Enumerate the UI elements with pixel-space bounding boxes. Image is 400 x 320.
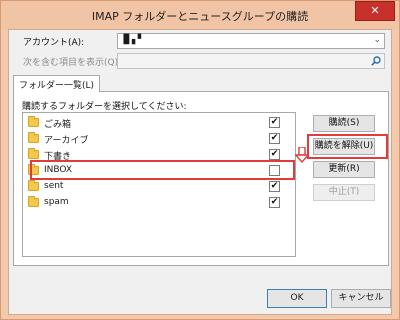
folder-icon — [28, 148, 39, 159]
close-button[interactable]: ✕ — [355, 1, 395, 21]
folder-name: ごみ箱 — [44, 120, 72, 130]
search-icon[interactable] — [370, 55, 382, 67]
folder-name: sent — [44, 181, 64, 191]
arrow-down-icon — [295, 147, 309, 163]
subscribe-checkbox[interactable]: ✔ — [269, 117, 280, 128]
search-label: 次を含む項目を表示(Q): — [23, 58, 122, 68]
folder-icon — [28, 132, 39, 143]
tab-panel: 購読するフォルダーを選択してください: ごみ箱 ✔ アーカイブ ✔ 下書き ✔ — [13, 91, 389, 266]
cancel-button[interactable]: キャンセル — [331, 289, 391, 308]
folder-icon — [28, 196, 39, 207]
folder-name: アーカイブ — [44, 136, 89, 146]
window-title: IMAP フォルダーとニュースグループの購読 — [91, 10, 309, 23]
account-value: ▐▌▖▘ — [120, 35, 145, 45]
stop-button: 中止(T) — [313, 184, 375, 201]
unsubscribe-highlight — [307, 134, 388, 159]
tab-folder-list[interactable]: フォルダー一覧(L) — [13, 75, 101, 92]
folder-name: spam — [44, 197, 69, 207]
subscribe-checkbox[interactable]: ✔ — [269, 133, 280, 144]
list-item[interactable]: sent ✔ — [24, 179, 294, 195]
chevron-down-icon: ⌄ — [373, 35, 381, 45]
list-item[interactable]: ごみ箱 ✔ — [24, 115, 294, 131]
account-label: アカウント(A): — [23, 38, 85, 48]
subscribe-checkbox[interactable]: ✔ — [269, 149, 280, 160]
refresh-button[interactable]: 更新(R) — [313, 161, 375, 178]
search-input[interactable] — [117, 53, 385, 69]
folder-icon — [28, 116, 39, 127]
folder-icon — [28, 180, 39, 191]
ok-button[interactable]: OK — [267, 289, 327, 308]
dialog-client: アカウント(A): ▐▌▖▘ ⌄ 次を含む項目を表示(Q): フォルダー一覧(L… — [8, 29, 392, 315]
subscribe-checkbox[interactable]: ✔ — [269, 181, 280, 192]
folder-list[interactable]: ごみ箱 ✔ アーカイブ ✔ 下書き ✔ INBOX sent ✔ spam ✔ — [22, 112, 296, 257]
dialog-window: IMAP フォルダーとニュースグループの購読 ✕ アカウント(A): ▐▌▖▘ … — [0, 0, 400, 320]
folder-list-label: 購読するフォルダーを選択してください: — [22, 102, 187, 112]
account-dropdown[interactable]: ▐▌▖▘ ⌄ — [117, 33, 385, 49]
subscribe-checkbox[interactable]: ✔ — [269, 197, 280, 208]
inbox-highlight — [30, 160, 295, 180]
list-item[interactable]: アーカイブ ✔ — [24, 131, 294, 147]
subscribe-button[interactable]: 購読(S) — [313, 115, 375, 132]
list-item[interactable]: spam ✔ — [24, 195, 294, 211]
title-bar: IMAP フォルダーとニュースグループの購読 ✕ — [1, 1, 399, 29]
